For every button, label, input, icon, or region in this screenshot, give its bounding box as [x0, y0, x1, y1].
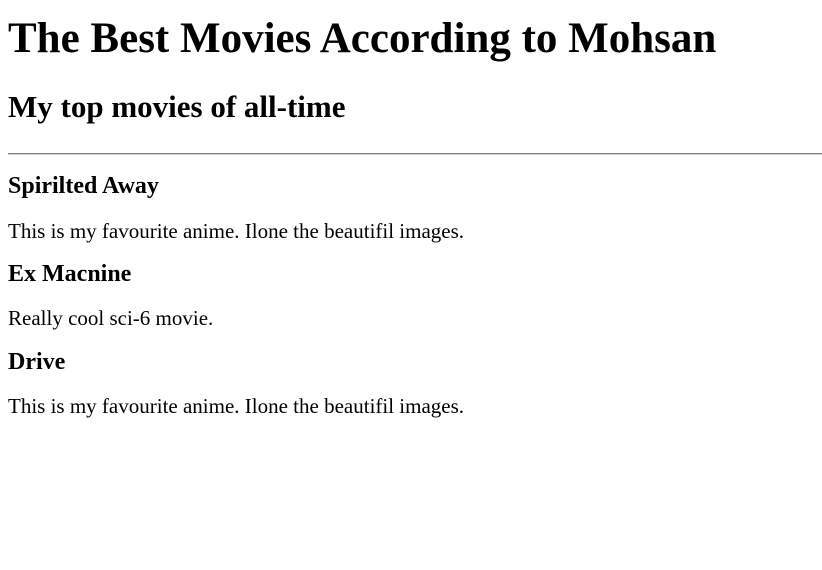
movie-title: Ex Macnine: [8, 260, 132, 287]
movie-description: Really cool sci-6 movie.: [8, 306, 214, 331]
movie-item: Ex Macnine Really cool sci-6 movie.: [8, 261, 814, 331]
movie-description: This is my favourite anime. Ilone the be…: [8, 394, 465, 419]
movie-title: Spirilted Away: [8, 173, 159, 200]
divider: [8, 153, 822, 156]
movie-title: Drive: [8, 348, 66, 375]
movie-list: Spirilted Away This is my favourite anim…: [8, 173, 814, 418]
page-subtitle: My top movies of all-time: [8, 89, 346, 125]
movie-item: Drive This is my favourite anime. Ilone …: [8, 349, 814, 419]
movie-description: This is my favourite anime. Ilone the be…: [8, 218, 465, 243]
page-title: The Best Movies According to Mohsan: [8, 15, 717, 62]
movie-item: Spirilted Away This is my favourite anim…: [8, 173, 814, 243]
page-content: The Best Movies According to Mohsan My t…: [0, 14, 822, 418]
